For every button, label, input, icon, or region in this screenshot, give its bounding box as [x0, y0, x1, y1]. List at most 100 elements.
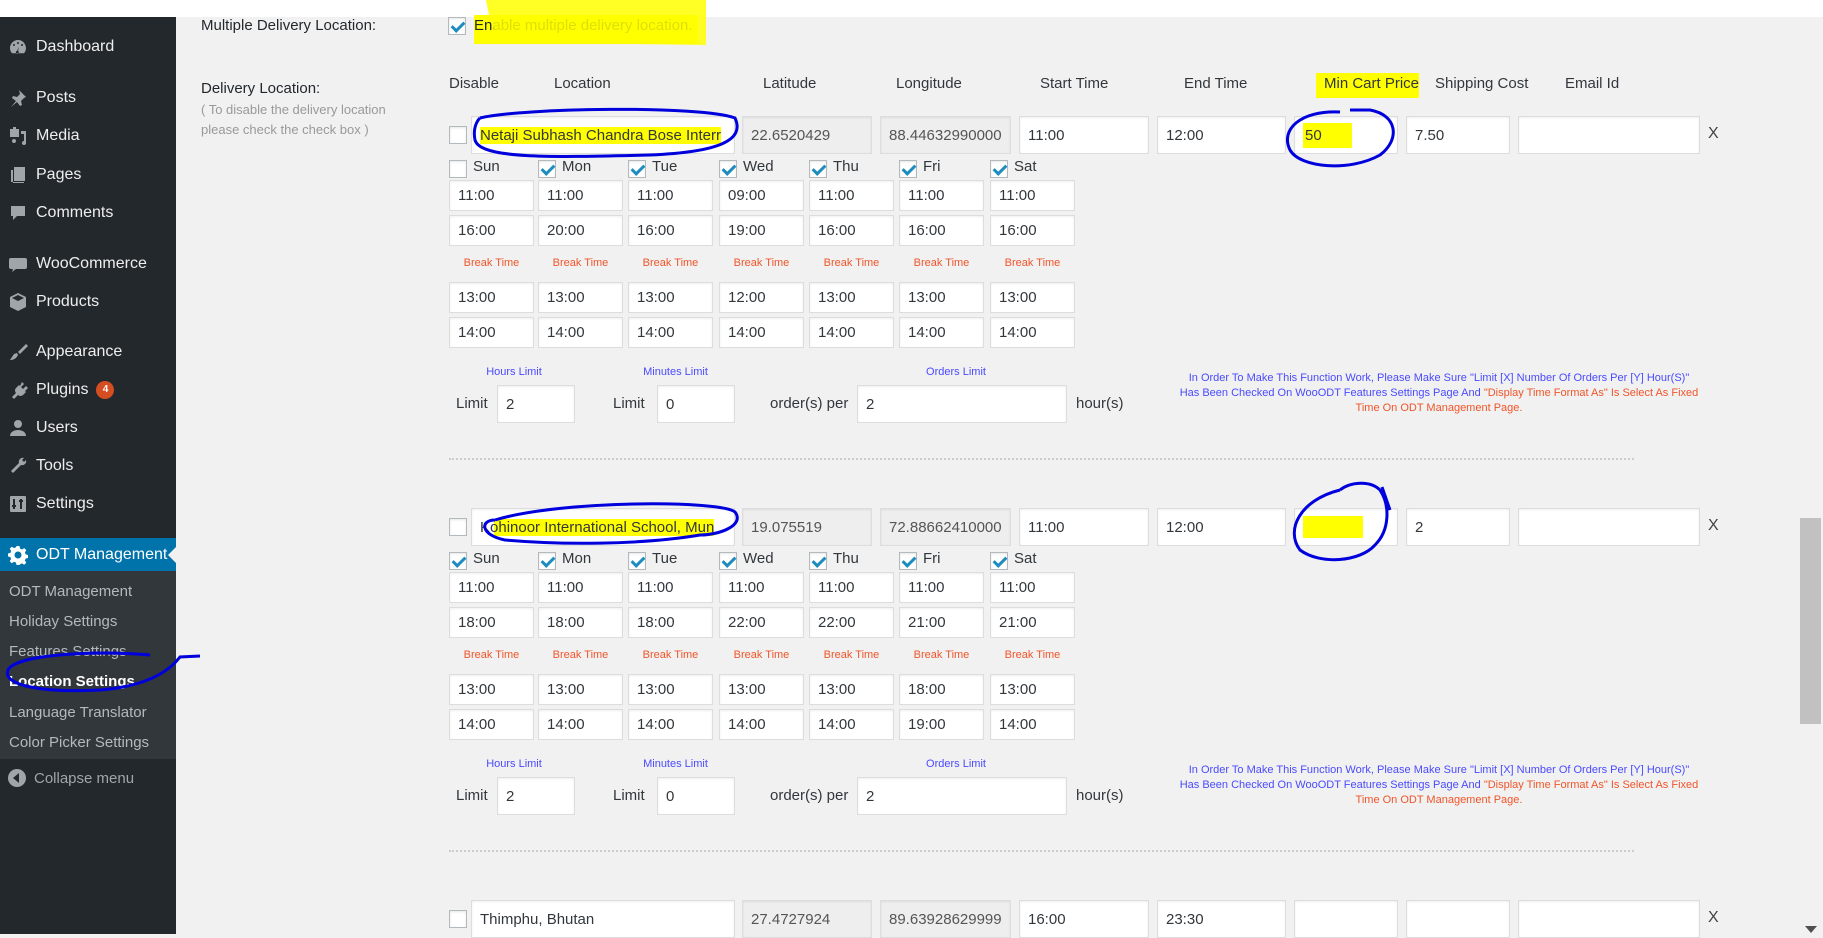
submenu-item-location-settings[interactable]: Location Settings [9, 673, 135, 690]
sidebar-item-products[interactable]: Products [0, 285, 176, 319]
break-end-time-input[interactable]: 14:00 [809, 317, 894, 348]
break-end-time-input[interactable]: 14:00 [990, 317, 1075, 348]
break-start-time-input[interactable]: 13:00 [899, 282, 984, 313]
remove-location-button[interactable]: X [1708, 909, 1719, 927]
break-end-time-input[interactable]: 14:00 [899, 317, 984, 348]
open-time-input[interactable]: 11:00 [449, 180, 534, 211]
open-time-input[interactable]: 11:00 [990, 180, 1075, 211]
close-time-input[interactable]: 22:00 [719, 607, 804, 638]
close-time-input[interactable]: 18:00 [449, 607, 534, 638]
minutes-limit-input[interactable]: 0 [657, 777, 735, 815]
longitude-input[interactable]: 89.63928629999 [880, 900, 1011, 938]
break-end-time-input[interactable]: 14:00 [719, 709, 804, 740]
break-start-time-input[interactable]: 18:00 [899, 674, 984, 705]
break-start-time-input[interactable]: 13:00 [538, 282, 623, 313]
minutes-limit-input[interactable]: 0 [657, 385, 735, 423]
open-time-input[interactable]: 11:00 [809, 180, 894, 211]
shipping-cost-input[interactable]: 7.50 [1406, 116, 1510, 154]
break-start-time-input[interactable]: 13:00 [628, 282, 713, 313]
break-end-time-input[interactable]: 14:00 [538, 317, 623, 348]
shipping-cost-input[interactable] [1406, 900, 1510, 938]
close-time-input[interactable]: 16:00 [628, 215, 713, 246]
location-input[interactable]: Thimphu, Bhutan [471, 900, 735, 938]
day-checkbox-tue[interactable] [628, 552, 646, 570]
min-cart-price-input[interactable] [1294, 508, 1398, 546]
sidebar-item-users[interactable]: Users [0, 411, 176, 445]
longitude-input[interactable]: 88.44632990000 [880, 116, 1011, 154]
submenu-item-features-settings[interactable]: Features Settings [9, 643, 127, 660]
disable-location-checkbox[interactable] [449, 126, 467, 144]
day-checkbox-thu[interactable] [809, 552, 827, 570]
break-end-time-input[interactable]: 14:00 [719, 317, 804, 348]
close-time-input[interactable]: 16:00 [899, 215, 984, 246]
day-checkbox-thu[interactable] [809, 160, 827, 178]
sidebar-item-posts[interactable]: Posts [0, 81, 176, 115]
day-checkbox-sat[interactable] [990, 160, 1008, 178]
shipping-cost-input[interactable]: 2 [1406, 508, 1510, 546]
location-input[interactable]: Netaji Subhash Chandra Bose Interr [471, 116, 735, 154]
open-time-input[interactable]: 11:00 [719, 572, 804, 603]
day-checkbox-wed[interactable] [719, 552, 737, 570]
latitude-input[interactable]: 19.075519 [742, 508, 872, 546]
break-start-time-input[interactable]: 13:00 [628, 674, 713, 705]
open-time-input[interactable]: 11:00 [990, 572, 1075, 603]
day-checkbox-tue[interactable] [628, 160, 646, 178]
break-start-time-input[interactable]: 13:00 [990, 674, 1075, 705]
day-checkbox-fri[interactable] [899, 160, 917, 178]
remove-location-button[interactable]: X [1708, 125, 1719, 143]
sidebar-item-comments[interactable]: Comments [0, 196, 176, 230]
open-time-input[interactable]: 11:00 [899, 180, 984, 211]
day-checkbox-sun[interactable] [449, 552, 467, 570]
scrollbar-thumb[interactable] [1800, 518, 1821, 724]
break-end-time-input[interactable]: 14:00 [449, 317, 534, 348]
end-time-input[interactable]: 12:00 [1157, 116, 1286, 154]
submenu-item-color-picker-settings[interactable]: Color Picker Settings [9, 734, 149, 751]
latitude-input[interactable]: 27.4727924 [742, 900, 872, 938]
location-input[interactable]: Kohinoor International School, Mun [471, 508, 735, 546]
sidebar-item-dashboard[interactable]: Dashboard [0, 30, 176, 64]
open-time-input[interactable]: 11:00 [628, 572, 713, 603]
break-start-time-input[interactable]: 13:00 [719, 674, 804, 705]
close-time-input[interactable]: 19:00 [719, 215, 804, 246]
open-time-input[interactable]: 11:00 [538, 180, 623, 211]
start-time-input[interactable]: 11:00 [1019, 508, 1149, 546]
sidebar-item-settings[interactable]: Settings [0, 487, 176, 521]
break-start-time-input[interactable]: 13:00 [449, 674, 534, 705]
break-end-time-input[interactable]: 14:00 [628, 709, 713, 740]
submenu-item-language-translator[interactable]: Language Translator [9, 704, 147, 721]
disable-location-checkbox[interactable] [449, 518, 467, 536]
submenu-item-odt-management[interactable]: ODT Management [9, 583, 132, 600]
disable-location-checkbox[interactable] [449, 910, 467, 928]
collapse-menu-button[interactable]: Collapse menu [0, 763, 176, 793]
min-cart-price-input[interactable] [1294, 900, 1398, 938]
email-id-input[interactable] [1518, 508, 1700, 546]
break-end-time-input[interactable]: 14:00 [628, 317, 713, 348]
submenu-item-holiday-settings[interactable]: Holiday Settings [9, 613, 117, 630]
open-time-input[interactable]: 11:00 [809, 572, 894, 603]
day-checkbox-mon[interactable] [538, 160, 556, 178]
close-time-input[interactable]: 21:00 [990, 607, 1075, 638]
email-id-input[interactable] [1518, 900, 1700, 938]
latitude-input[interactable]: 22.6520429 [742, 116, 872, 154]
close-time-input[interactable]: 16:00 [990, 215, 1075, 246]
close-time-input[interactable]: 22:00 [809, 607, 894, 638]
sidebar-item-plugins[interactable]: Plugins4 [0, 373, 176, 407]
email-id-input[interactable] [1518, 116, 1700, 154]
day-checkbox-wed[interactable] [719, 160, 737, 178]
sidebar-item-pages[interactable]: Pages [0, 158, 176, 192]
scroll-down-arrow-icon[interactable] [1805, 926, 1817, 933]
break-start-time-input[interactable]: 13:00 [990, 282, 1075, 313]
start-time-input[interactable]: 16:00 [1019, 900, 1149, 938]
open-time-input[interactable]: 09:00 [719, 180, 804, 211]
break-end-time-input[interactable]: 19:00 [899, 709, 984, 740]
end-time-input[interactable]: 12:00 [1157, 508, 1286, 546]
day-checkbox-sat[interactable] [990, 552, 1008, 570]
day-checkbox-sun[interactable] [449, 160, 467, 178]
sidebar-item-media[interactable]: Media [0, 119, 176, 153]
day-checkbox-fri[interactable] [899, 552, 917, 570]
hours-limit-input[interactable]: 2 [497, 385, 575, 423]
break-start-time-input[interactable]: 13:00 [809, 282, 894, 313]
open-time-input[interactable]: 11:00 [628, 180, 713, 211]
close-time-input[interactable]: 16:00 [449, 215, 534, 246]
break-start-time-input[interactable]: 13:00 [538, 674, 623, 705]
